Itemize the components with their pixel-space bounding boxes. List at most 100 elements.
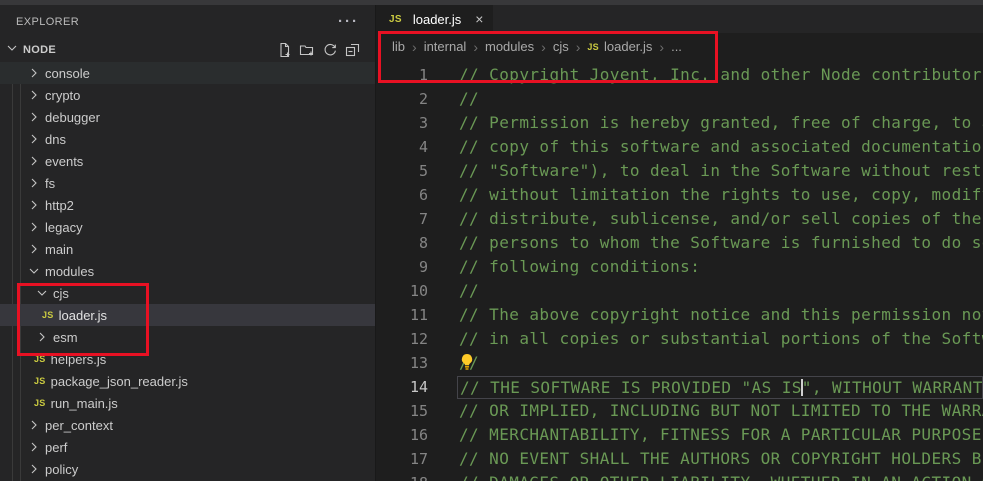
js-file-icon: JS: [34, 354, 46, 364]
line-number[interactable]: 14: [376, 378, 428, 396]
breadcrumb-item--[interactable]: ...: [671, 39, 682, 54]
line-number[interactable]: 8: [376, 234, 428, 252]
tree-item-run-main-js[interactable]: JSrun_main.js: [0, 392, 375, 414]
tree-item-label: modules: [45, 264, 94, 279]
code-editor[interactable]: 1// Copyright Joyent, Inc. and other Nod…: [376, 60, 983, 481]
line-number[interactable]: 13: [376, 354, 428, 372]
new-folder-icon[interactable]: [299, 42, 315, 58]
code-line-9[interactable]: 9// following conditions:: [376, 255, 983, 279]
tree-item-policy[interactable]: policy: [0, 458, 375, 480]
new-file-icon[interactable]: [276, 42, 292, 58]
code-line-2[interactable]: 2 //: [376, 87, 983, 111]
breadcrumb-item-cjs[interactable]: cjs: [553, 39, 569, 54]
tree-item-esm[interactable]: esm: [0, 326, 375, 348]
line-number[interactable]: 17: [376, 450, 428, 468]
js-file-icon: JS: [42, 310, 54, 320]
line-text: // without limitation the rights to use,…: [457, 183, 983, 207]
tab-loader-js[interactable]: JS loader.js ×: [376, 5, 493, 33]
tree-item-per-context[interactable]: per_context: [0, 414, 375, 436]
line-number[interactable]: 7: [376, 210, 428, 228]
js-file-icon: JS: [34, 398, 46, 408]
line-number[interactable]: 10: [376, 282, 428, 300]
code-line-8[interactable]: 8// persons to whom the Software is furn…: [376, 231, 983, 255]
node-section-actions: [276, 42, 361, 58]
code-line-4[interactable]: 4 // copy of this software and associated…: [376, 135, 983, 159]
tree-item-cjs[interactable]: cjs: [0, 282, 375, 304]
vscode-window: EXPLORER ··· NODE consolecryptodebuggerd…: [0, 0, 983, 481]
node-section-header[interactable]: NODE: [0, 38, 375, 62]
breadcrumb-separator: ›: [659, 39, 664, 55]
lightbulb-icon[interactable]: [459, 353, 475, 376]
text-cursor: [801, 379, 803, 396]
collapse-folders-icon[interactable]: [345, 42, 361, 58]
code-line-5[interactable]: 5// "Software"), to deal in the Software…: [376, 159, 983, 183]
breadcrumb-label: loader.js: [604, 39, 652, 54]
tree-item-legacy[interactable]: legacy: [0, 216, 375, 238]
line-number[interactable]: 4: [376, 138, 428, 156]
tree-item-package-json-reader-js[interactable]: JSpackage_json_reader.js: [0, 370, 375, 392]
line-number[interactable]: 2: [376, 90, 428, 108]
title-bar-strip: [0, 0, 983, 5]
line-number[interactable]: 11: [376, 306, 428, 324]
line-number[interactable]: 6: [376, 186, 428, 204]
breadcrumb-item-lib[interactable]: lib: [392, 39, 405, 54]
line-text: //: [457, 351, 983, 375]
code-line-15[interactable]: 15// OR IMPLIED, INCLUDING BUT NOT LIMIT…: [376, 399, 983, 423]
line-number[interactable]: 5: [376, 162, 428, 180]
code-line-14[interactable]: 14// THE SOFTWARE IS PROVIDED "AS IS", W…: [376, 375, 983, 399]
tree-item-crypto[interactable]: crypto: [0, 84, 375, 106]
line-number[interactable]: 3: [376, 114, 428, 132]
line-number[interactable]: 16: [376, 426, 428, 444]
line-number[interactable]: 1: [376, 66, 428, 84]
code-line-7[interactable]: 7// distribute, sublicense, and/or sell …: [376, 207, 983, 231]
code-line-11[interactable]: 11// The above copyright notice and this…: [376, 303, 983, 327]
code-line-16[interactable]: 16// MERCHANTABILITY, FITNESS FOR A PART…: [376, 423, 983, 447]
breadcrumb-item-internal[interactable]: internal: [424, 39, 467, 54]
line-number[interactable]: 18: [376, 474, 428, 481]
tree-item-label: crypto: [45, 88, 80, 103]
line-number[interactable]: 15: [376, 402, 428, 420]
line-number[interactable]: 9: [376, 258, 428, 276]
tree-item-console[interactable]: console: [0, 62, 375, 84]
tree-item-debugger[interactable]: debugger: [0, 106, 375, 128]
more-actions-icon[interactable]: ···: [338, 17, 359, 27]
breadcrumb-item-loader-js[interactable]: JS loader.js: [587, 39, 652, 54]
chevron-right-icon: [26, 175, 42, 191]
code-line-10[interactable]: 10//: [376, 279, 983, 303]
tree-item-label: fs: [45, 176, 55, 191]
line-text: // NO EVENT SHALL THE AUTHORS OR COPYRIG…: [457, 447, 983, 471]
breadcrumb-item-modules[interactable]: modules: [485, 39, 534, 54]
breadcrumb-separator: ›: [576, 39, 581, 55]
code-line-17[interactable]: 17 // NO EVENT SHALL THE AUTHORS OR COPYR…: [376, 447, 983, 471]
close-tab-icon[interactable]: ×: [475, 12, 483, 26]
tree-item-modules[interactable]: modules: [0, 260, 375, 282]
tree-item-label: main: [45, 242, 73, 257]
code-line-12[interactable]: 12// in all copies or substantial portio…: [376, 327, 983, 351]
tree-item-helpers-js[interactable]: JShelpers.js: [0, 348, 375, 370]
js-file-icon: JS: [587, 42, 599, 52]
code-line-1[interactable]: 1// Copyright Joyent, Inc. and other Nod…: [376, 63, 983, 87]
tree-item-dns[interactable]: dns: [0, 128, 375, 150]
line-number[interactable]: 12: [376, 330, 428, 348]
refresh-explorer-icon[interactable]: [322, 42, 338, 58]
breadcrumb-label: modules: [485, 39, 534, 54]
code-line-18[interactable]: 18// DAMAGES OR OTHER LIABILITY, WHETHER…: [376, 471, 983, 481]
line-text: //: [457, 87, 983, 111]
line-text: // copy of this software and associated …: [457, 135, 983, 159]
editor-group: JS loader.js × lib›internal›modules›cjs›…: [375, 5, 983, 481]
tree-item-label: package_json_reader.js: [51, 374, 188, 389]
tree-item-label: debugger: [45, 110, 100, 125]
code-line-3[interactable]: 3// Permission is hereby granted, free o…: [376, 111, 983, 135]
chevron-down-icon: [34, 285, 50, 301]
code-line-6[interactable]: 6 // without limitation the rights to use…: [376, 183, 983, 207]
tree-item-label: policy: [45, 462, 78, 477]
tree-item-label: legacy: [45, 220, 83, 235]
tree-item-main[interactable]: main: [0, 238, 375, 260]
tree-item-loader-js[interactable]: JS loader.js: [0, 304, 375, 326]
tree-item-http2[interactable]: http2: [0, 194, 375, 216]
tree-item-events[interactable]: events: [0, 150, 375, 172]
tree-item-fs[interactable]: fs: [0, 172, 375, 194]
tree-item-label: loader.js: [59, 308, 107, 323]
tree-item-perf[interactable]: perf: [0, 436, 375, 458]
tree-item-label: events: [45, 154, 83, 169]
